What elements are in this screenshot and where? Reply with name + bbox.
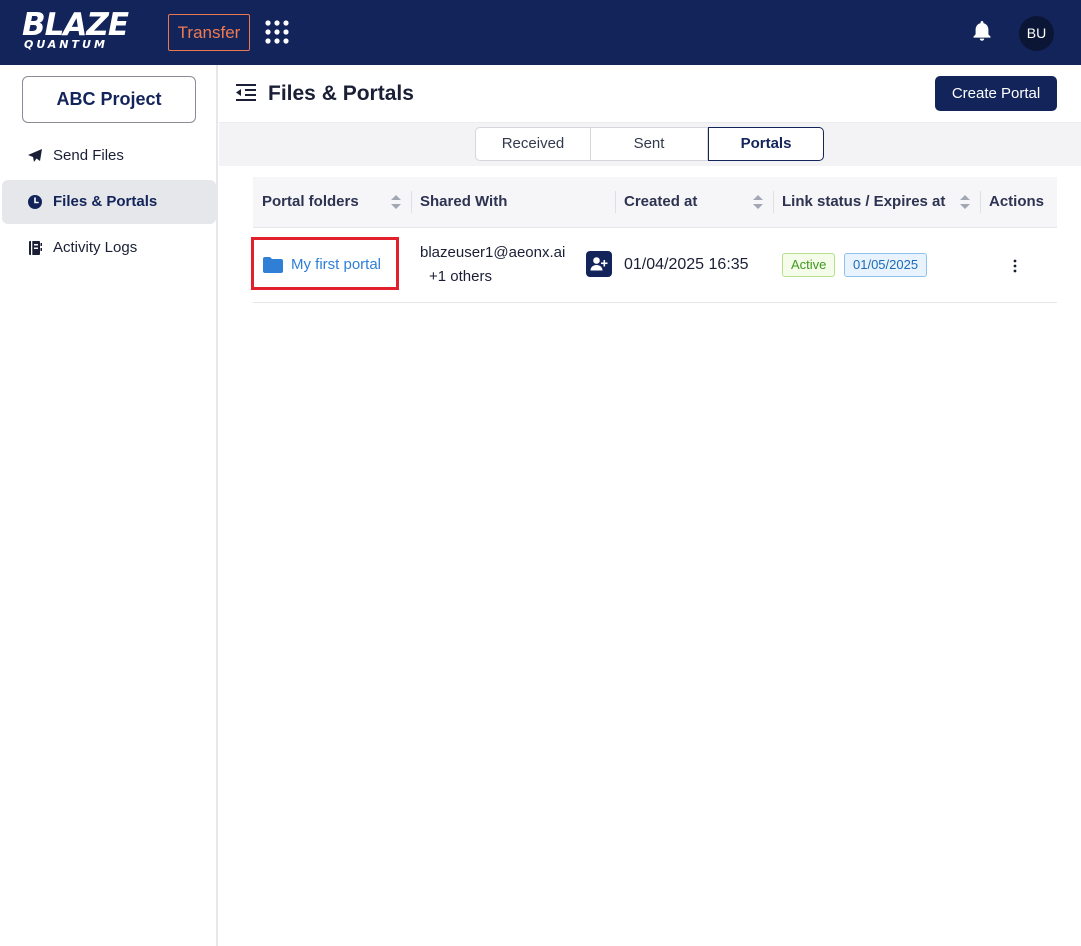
sort-icon[interactable] <box>391 195 401 209</box>
sidebar-item-files-portals[interactable]: Files & Portals <box>2 180 216 224</box>
tab-group: Received Sent Portals <box>475 127 824 161</box>
top-bar: BLAZE QUANTUM Transfer BU <box>0 0 1081 65</box>
portals-table: Portal folders Shared With Created at Li… <box>251 177 1057 303</box>
logo-subtitle: QUANTUM <box>24 38 108 51</box>
tab-portals[interactable]: Portals <box>708 127 824 161</box>
menu-collapse-icon[interactable] <box>236 83 258 103</box>
add-user-icon <box>590 257 608 271</box>
sidebar-item-activity-logs[interactable]: Activity Logs <box>2 226 216 270</box>
more-actions-icon[interactable] <box>1007 256 1023 276</box>
sidebar-item-send-files[interactable]: Send Files <box>2 134 216 178</box>
portal-folder-link[interactable]: My first portal <box>251 237 399 290</box>
folder-icon <box>263 257 283 273</box>
tabs-bar: Received Sent Portals <box>219 123 1081 166</box>
column-header-label: Portal folders <box>262 193 359 210</box>
sidebar-item-label: Activity Logs <box>53 239 138 256</box>
column-header-portal-folders[interactable]: Portal folders <box>253 177 411 227</box>
column-header-label: Shared With <box>420 193 508 210</box>
sidebar-item-label: Files & Portals <box>53 193 158 210</box>
user-avatar[interactable]: BU <box>1019 16 1054 51</box>
column-header-actions: Actions <box>980 177 1057 227</box>
project-selector-button[interactable]: ABC Project <box>22 76 196 123</box>
tab-sent[interactable]: Sent <box>591 127 708 161</box>
clock-icon <box>28 195 42 209</box>
blaze-quantum-logo[interactable]: BLAZE QUANTUM <box>22 9 148 53</box>
create-portal-button[interactable]: Create Portal <box>935 76 1057 111</box>
shared-with-others-count[interactable]: +1 others <box>429 268 492 285</box>
sidebar-item-label: Send Files <box>53 147 124 164</box>
page-title: Files & Portals <box>268 82 414 105</box>
created-at: 01/04/2025 16:35 <box>624 256 749 273</box>
logo-wordmark: BLAZE <box>22 7 129 43</box>
sort-icon[interactable] <box>960 195 970 209</box>
log-book-icon <box>29 241 42 255</box>
expires-at-badge: 01/05/2025 <box>844 253 928 277</box>
add-user-button[interactable] <box>586 251 612 277</box>
paper-plane-icon <box>28 149 42 162</box>
column-header-created-at[interactable]: Created at <box>615 177 773 227</box>
table-header: Portal folders Shared With Created at Li… <box>253 177 1057 228</box>
column-header-label: Actions <box>989 193 1045 210</box>
apps-grid-icon[interactable] <box>265 20 289 44</box>
column-header-label: Created at <box>624 193 698 210</box>
sort-icon[interactable] <box>753 195 763 209</box>
product-badge[interactable]: Transfer <box>168 14 250 51</box>
portal-folder-name: My first portal <box>291 256 382 273</box>
tab-received[interactable]: Received <box>475 127 591 161</box>
column-header-link-status[interactable]: Link status / Expires at <box>773 177 980 227</box>
column-header-label: Link status / Expires at <box>782 193 946 210</box>
column-header-shared-with: Shared With <box>411 177 615 227</box>
bell-icon[interactable] <box>970 19 994 43</box>
main-header: Files & Portals Create Portal <box>219 65 1081 123</box>
table-row: My first portal blazeuser1@aeonx.ai +1 o… <box>251 228 1057 303</box>
link-status-badge: Active <box>782 253 836 277</box>
shared-with-email: blazeuser1@aeonx.ai <box>420 244 566 261</box>
sidebar: ABC Project Send Files Files & Portals A… <box>0 65 218 946</box>
